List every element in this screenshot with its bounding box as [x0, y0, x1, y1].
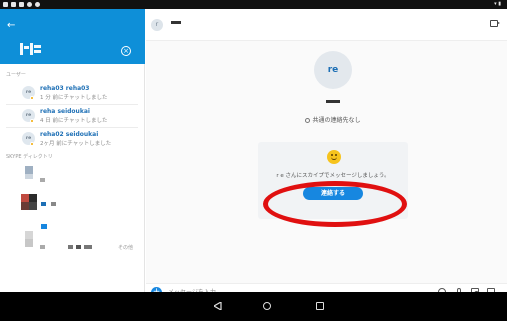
home-icon[interactable]	[263, 302, 271, 310]
sidebar-header: ← ×	[0, 9, 145, 64]
user-list-item[interactable]: re reha seidoukai 4 日 前にチャットしました	[0, 105, 144, 127]
user-list-item[interactable]: re reha03 reha03 1 分 前にチャットしました	[0, 82, 144, 104]
user-name: reha seidoukai	[40, 108, 90, 115]
mutual-contacts-text: 共通の連絡先なし	[312, 117, 361, 124]
profile-avatar: re	[314, 51, 352, 89]
more-link[interactable]: その他	[118, 244, 133, 251]
notification-icon	[35, 2, 40, 7]
battery-icon: ▾ ▮	[494, 1, 501, 7]
chat-header: r	[146, 9, 507, 41]
status-badge	[30, 119, 34, 123]
last-chat-time: 1 分 前にチャットしました	[40, 95, 108, 101]
user-name: reha03 reha03	[40, 85, 90, 92]
last-chat-time: 2ヶ月 前にチャットしました	[40, 141, 112, 147]
chat-pane: r re 共通の連絡先なし r e さんにスカイプでメッセージしましょう。 連絡…	[146, 9, 507, 301]
section-label-users: ユーザー	[6, 72, 26, 78]
notification-icon	[11, 2, 16, 7]
status-badge	[30, 142, 34, 146]
contact-name	[171, 21, 181, 24]
status-bar: ▾ ▮	[0, 0, 507, 9]
section-label-directory: SKYPE ディレクトリ	[6, 154, 53, 160]
mutual-contacts: 共通の連絡先なし	[286, 115, 380, 124]
status-badge	[30, 96, 34, 100]
recent-apps-icon[interactable]	[316, 302, 324, 310]
brand-logo	[20, 43, 42, 55]
back-arrow-icon[interactable]: ←	[7, 21, 15, 31]
user-list-item[interactable]: re reha02 seidoukai 2ヶ月 前にチャットしました	[0, 128, 144, 150]
invite-message: r e さんにスカイプでメッセージしましょう。	[276, 173, 390, 179]
contacts-icon	[305, 118, 311, 123]
close-icon[interactable]: ×	[121, 46, 131, 56]
notification-icon	[19, 2, 24, 7]
smile-emoji-icon	[327, 150, 341, 164]
notification-icon	[27, 2, 32, 7]
video-call-icon[interactable]	[490, 20, 500, 27]
navigation-bar	[0, 292, 507, 321]
highlight-annotation	[263, 181, 407, 227]
avatar[interactable]: r	[151, 19, 163, 31]
back-icon[interactable]	[214, 302, 222, 310]
notification-icon	[3, 2, 8, 7]
last-chat-time: 4 日 前にチャットしました	[40, 118, 108, 124]
profile-name	[326, 100, 340, 103]
user-name: reha02 seidoukai	[40, 131, 99, 138]
sidebar: ← × ユーザー re reha03 reha03 1 分 前にチャットしました…	[0, 9, 145, 292]
